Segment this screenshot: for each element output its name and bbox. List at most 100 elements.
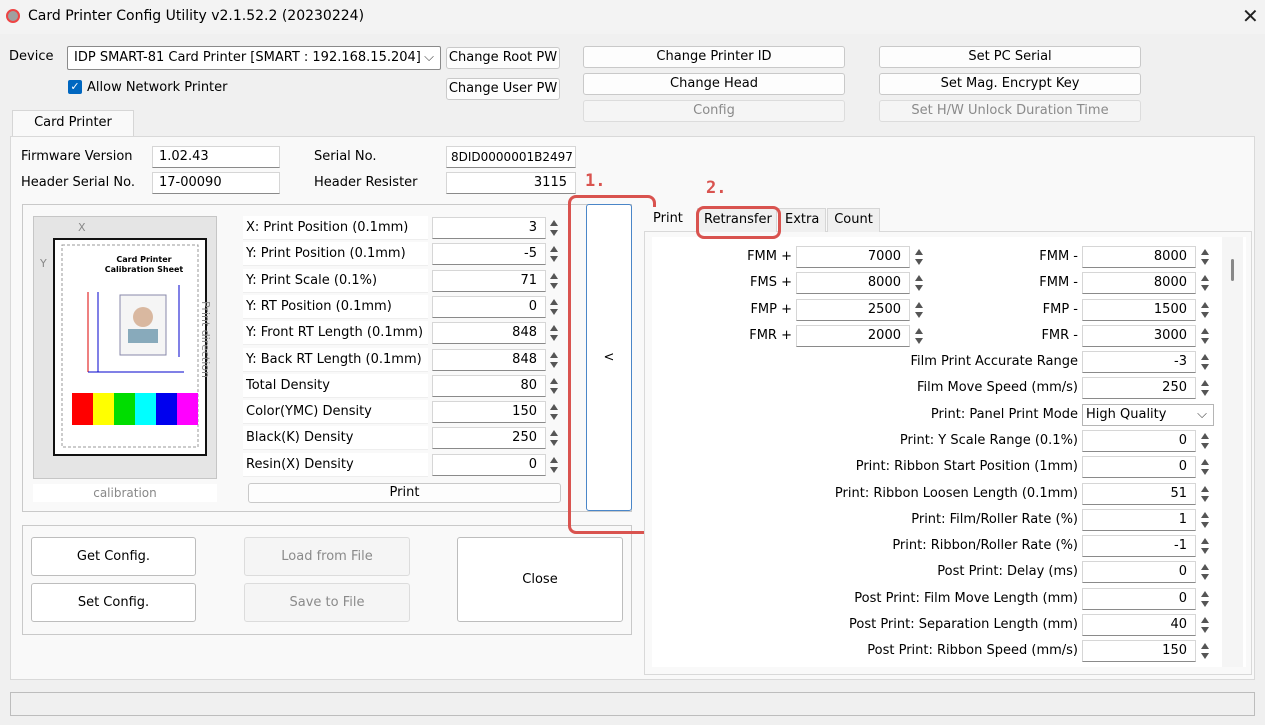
arrow-down-icon[interactable] [915,311,923,318]
fm-left-spinner[interactable] [914,299,925,321]
right-param-value[interactable]: 150 [1082,640,1196,663]
arrow-up-icon[interactable] [1201,617,1209,623]
arrow-down-icon[interactable] [1201,337,1209,344]
print-button[interactable]: Print [248,483,561,503]
serial-value[interactable]: 8DID0000001B2497 [446,146,576,168]
header-serial-value[interactable]: 17-00090 [152,172,280,194]
arrow-down-icon[interactable] [550,335,558,342]
right-param-spinner[interactable] [1200,430,1211,452]
arrow-up-icon[interactable] [550,456,558,463]
arrow-up-icon[interactable] [550,377,558,384]
arrow-down-icon[interactable] [1201,285,1209,292]
param-spinner[interactable] [549,296,560,318]
param-spinner[interactable] [549,401,560,423]
param-value[interactable]: 848 [432,322,546,345]
fm-right-value[interactable]: 8000 [1082,272,1196,295]
arrow-down-icon[interactable] [1201,574,1209,581]
arrow-up-icon[interactable] [1201,380,1209,387]
scrollbar[interactable] [1222,237,1243,667]
right-param-spinner[interactable] [1200,509,1211,531]
right-param-value[interactable]: -1 [1082,535,1196,558]
right-param-value[interactable]: 0 [1082,429,1196,452]
param-value[interactable]: 0 [432,453,546,476]
arrow-up-icon[interactable] [915,327,923,334]
right-param-spinner[interactable] [1200,588,1211,610]
tab-card-printer[interactable]: Card Printer [12,110,134,137]
arrow-down-icon[interactable] [1201,311,1209,318]
header-resister-value[interactable]: 3115 [446,172,576,194]
fm-left-spinner[interactable] [914,272,925,294]
arrow-down-icon[interactable] [1201,442,1209,449]
arrow-up-icon[interactable] [915,301,923,308]
arrow-down-icon[interactable] [550,361,558,368]
arrow-up-icon[interactable] [1201,354,1209,360]
fm-right-value[interactable]: 3000 [1082,324,1196,347]
arrow-down-icon[interactable] [1201,259,1209,265]
arrow-down-icon[interactable] [1201,495,1209,502]
param-spinner[interactable] [549,270,560,292]
arrow-down-icon[interactable] [550,387,558,394]
arrow-up-icon[interactable] [550,325,558,332]
change-root-pw-button[interactable]: Change Root PW [446,47,560,69]
arrow-down-icon[interactable] [550,256,558,263]
fm-left-value[interactable]: 8000 [796,272,910,295]
arrow-down-icon[interactable] [550,466,558,473]
tab-print[interactable]: Print [648,207,696,231]
right-param-value[interactable]: -3 [1082,351,1196,373]
param-value[interactable]: 150 [432,401,546,424]
param-value[interactable]: 71 [432,269,546,292]
right-param-spinner[interactable] [1200,377,1211,399]
arrow-down-icon[interactable] [915,285,923,292]
arrow-down-icon[interactable] [1201,364,1209,370]
arrow-up-icon[interactable] [1201,643,1209,650]
set-mag-encrypt-key-button[interactable]: Set Mag. Encrypt Key [879,73,1141,95]
arrow-up-icon[interactable] [1201,301,1209,308]
param-spinner[interactable] [549,322,560,344]
arrow-up-icon[interactable] [550,298,558,305]
param-value[interactable]: 250 [432,427,546,450]
arrow-up-icon[interactable] [1201,432,1209,439]
arrow-down-icon[interactable] [915,259,923,265]
arrow-up-icon[interactable] [1201,485,1209,492]
arrow-up-icon[interactable] [550,351,558,358]
scrollbar-thumb[interactable] [1231,259,1234,281]
param-spinner[interactable] [549,454,560,476]
arrow-up-icon[interactable] [1201,511,1209,518]
arrow-down-icon[interactable] [1201,521,1209,528]
param-spinner[interactable] [549,243,560,265]
arrow-down-icon[interactable] [915,337,923,344]
change-head-button[interactable]: Change Head [583,73,845,95]
change-printer-id-button[interactable]: Change Printer ID [583,46,845,68]
arrow-up-icon[interactable] [915,249,923,255]
arrow-up-icon[interactable] [915,275,923,282]
arrow-down-icon[interactable] [1201,600,1209,607]
get-config-button[interactable]: Get Config. [31,537,196,576]
fm-left-spinner[interactable] [914,246,925,268]
save-to-file-button[interactable]: Save to File [244,583,410,622]
arrow-down-icon[interactable] [1201,469,1209,476]
config-button[interactable]: Config [583,100,845,122]
panel-print-mode-select[interactable]: High Quality ⌵ [1082,403,1214,426]
fm-right-spinner[interactable] [1200,272,1211,294]
close-window-icon[interactable]: ✕ [1242,4,1259,28]
arrow-up-icon[interactable] [1201,459,1209,466]
arrow-down-icon[interactable] [550,414,558,421]
tab-extra[interactable]: Extra [778,208,826,232]
arrow-down-icon[interactable] [1201,653,1209,660]
param-value[interactable]: 80 [432,374,546,397]
fm-left-value[interactable]: 2500 [796,298,910,321]
arrow-up-icon[interactable] [1201,538,1209,545]
arrow-down-icon[interactable] [550,230,558,236]
param-value[interactable]: -5 [432,243,546,266]
param-spinner[interactable] [549,375,560,397]
arrow-down-icon[interactable] [1201,548,1209,555]
right-param-spinner[interactable] [1200,483,1211,505]
right-param-value[interactable]: 51 [1082,482,1196,505]
fm-left-value[interactable]: 7000 [796,246,910,268]
arrow-up-icon[interactable] [1201,327,1209,334]
arrow-down-icon[interactable] [1201,390,1209,397]
arrow-up-icon[interactable] [550,272,558,279]
close-button[interactable]: Close [457,537,623,622]
fm-right-spinner[interactable] [1200,246,1211,268]
arrow-up-icon[interactable] [1201,275,1209,282]
